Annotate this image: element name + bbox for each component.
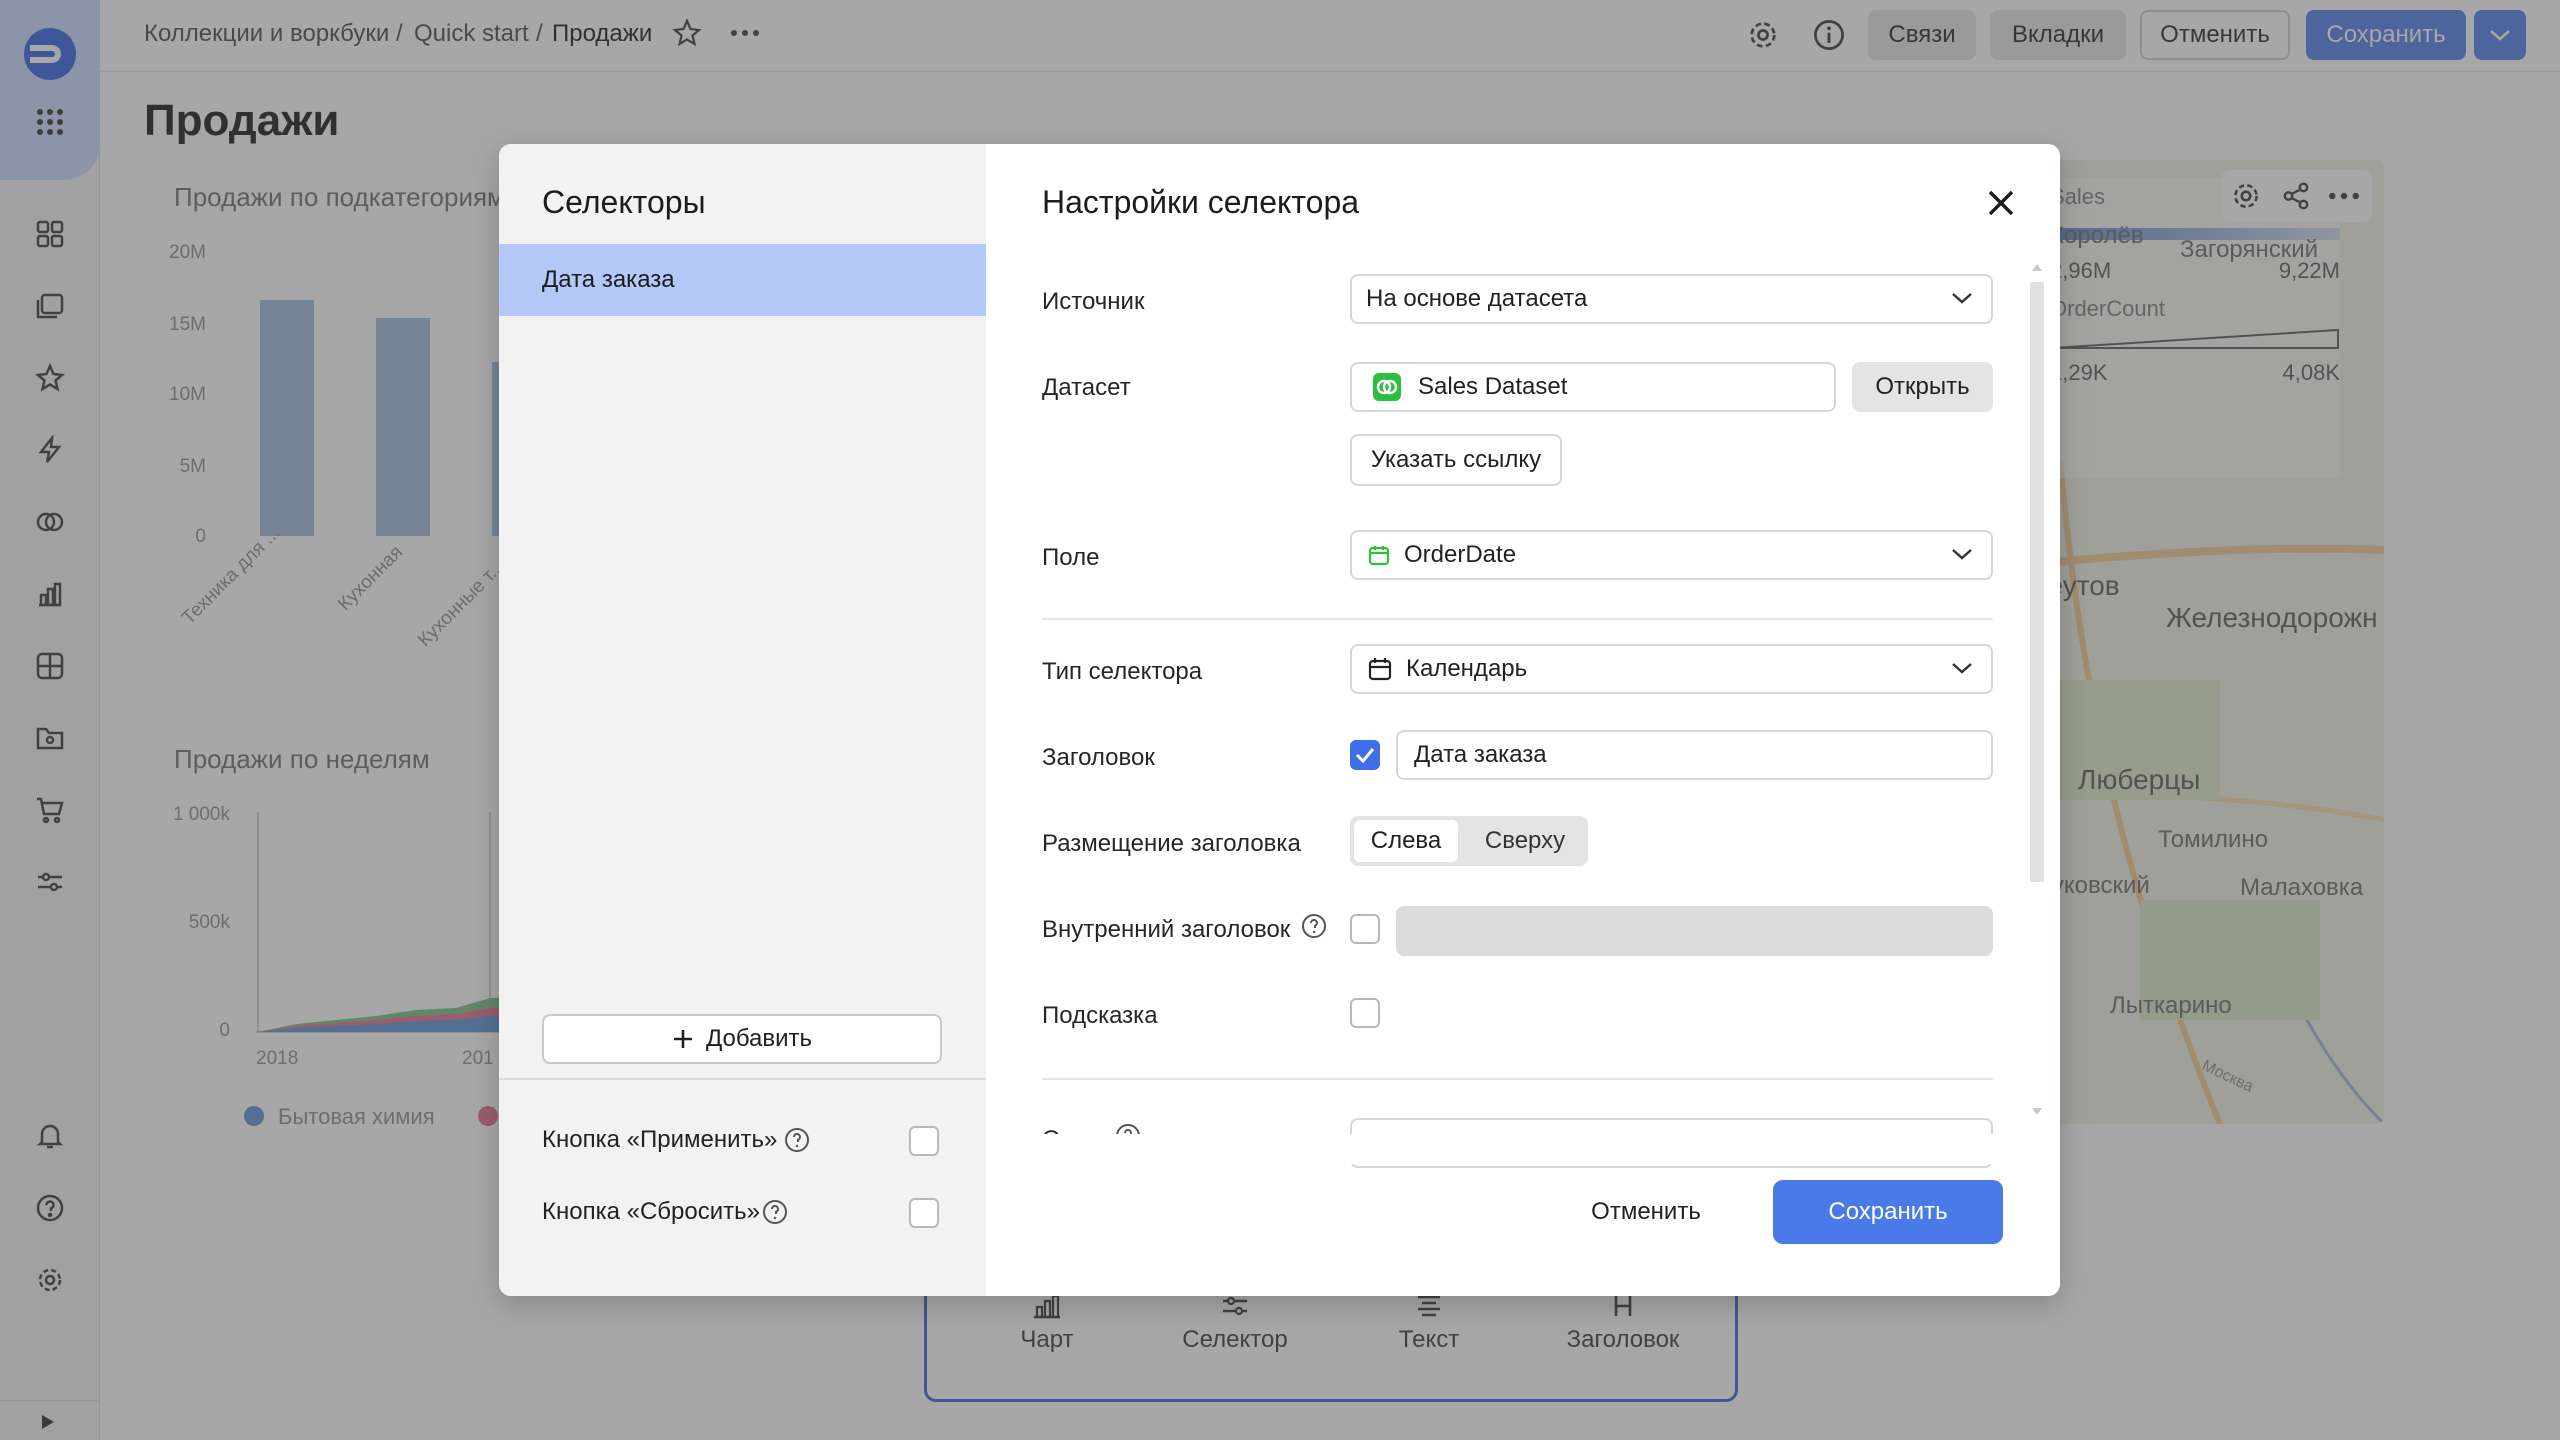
close-icon[interactable]: [1986, 188, 2016, 218]
dialog-save-button[interactable]: Сохранить: [1773, 1180, 2003, 1244]
selector-type-select[interactable]: Календарь: [1350, 644, 1993, 694]
scrollbar[interactable]: [2030, 264, 2044, 882]
scroll-mask: [986, 1134, 2016, 1164]
specify-link-button[interactable]: Указать ссылку: [1350, 434, 1562, 486]
dialog-title: Настройки селектора: [1042, 184, 1360, 220]
add-selector-button[interactable]: Добавить: [542, 1014, 942, 1064]
heading-placement-segmented: Слева Сверху: [1350, 816, 1588, 866]
dataset-label: Датасет: [1042, 374, 1131, 401]
selector-type-label: Тип селектора: [1042, 658, 1203, 685]
heading-value: Дата заказа: [1414, 741, 1547, 768]
dataset-value: Sales Dataset: [1418, 373, 1568, 400]
field-label: Поле: [1042, 544, 1100, 571]
settings-scroll-area: Источник На основе датасета Датасет Sale…: [986, 254, 2060, 1274]
reset-button-label: Кнопка «Сбросить»: [542, 1198, 760, 1225]
selector-list-item[interactable]: Дата заказа: [499, 244, 986, 316]
selectors-title: Селекторы: [542, 184, 706, 220]
chevron-down-icon: [1952, 293, 1972, 304]
selector-list-item-label: Дата заказа: [542, 266, 675, 293]
field-value: OrderDate: [1404, 541, 1517, 568]
date-field-icon: [1368, 546, 1390, 566]
divider: [1042, 1078, 1993, 1080]
add-selector-label: Добавить: [705, 1025, 813, 1052]
heading-label: Заголовок: [1042, 744, 1155, 771]
placement-left-option[interactable]: Слева: [1354, 820, 1458, 862]
divider: [1042, 618, 1993, 620]
hint-label: Подсказка: [1042, 1002, 1158, 1029]
dialog-cancel-button[interactable]: Отменить: [1566, 1180, 1726, 1244]
help-circle-icon[interactable]: [761, 1198, 789, 1226]
dataset-icon: [1373, 373, 1401, 401]
source-select[interactable]: На основе датасета: [1350, 274, 1993, 324]
scroll-up-arrow[interactable]: [2032, 264, 2042, 271]
calendar-icon: [1368, 658, 1392, 681]
chevron-down-icon: [1952, 549, 1972, 560]
dataset-input[interactable]: Sales Dataset: [1350, 362, 1836, 412]
chevron-down-icon: [1952, 663, 1972, 674]
apply-button-checkbox[interactable]: [909, 1126, 939, 1156]
help-circle-icon[interactable]: [1300, 912, 1328, 940]
selector-settings-panel: Настройки селектора Источник На основе д…: [986, 144, 2060, 1296]
heading-input[interactable]: Дата заказа: [1396, 730, 1993, 780]
inner-heading-input-disabled: [1396, 906, 1993, 956]
help-circle-icon[interactable]: [783, 1126, 811, 1154]
field-select[interactable]: OrderDate: [1350, 530, 1993, 580]
source-value: На основе датасета: [1366, 285, 1588, 312]
scroll-down-arrow[interactable]: [2032, 1108, 2042, 1115]
heading-placement-label: Размещение заголовка: [1042, 830, 1301, 857]
source-label: Источник: [1042, 288, 1145, 315]
selector-settings-dialog: Селекторы Дата заказа Добавить Кнопка «П…: [499, 144, 2060, 1296]
selector-type-value: Календарь: [1406, 655, 1528, 682]
hint-checkbox[interactable]: [1350, 998, 1380, 1028]
scrollbar-thumb[interactable]: [2030, 282, 2044, 882]
selectors-panel: Селекторы Дата заказа Добавить Кнопка «П…: [499, 144, 986, 1296]
divider: [499, 1078, 986, 1080]
open-dataset-button[interactable]: Открыть: [1852, 362, 1993, 412]
inner-heading-label: Внутренний заголовок: [1042, 916, 1291, 943]
reset-button-checkbox[interactable]: [909, 1198, 939, 1228]
plus-icon: [673, 1030, 692, 1048]
checkmark-icon: [1355, 748, 1375, 764]
inner-heading-checkbox[interactable]: [1350, 914, 1380, 944]
placement-top-option[interactable]: Сверху: [1466, 820, 1584, 862]
apply-button-label: Кнопка «Применить»: [542, 1126, 778, 1153]
heading-checkbox[interactable]: [1350, 740, 1380, 770]
